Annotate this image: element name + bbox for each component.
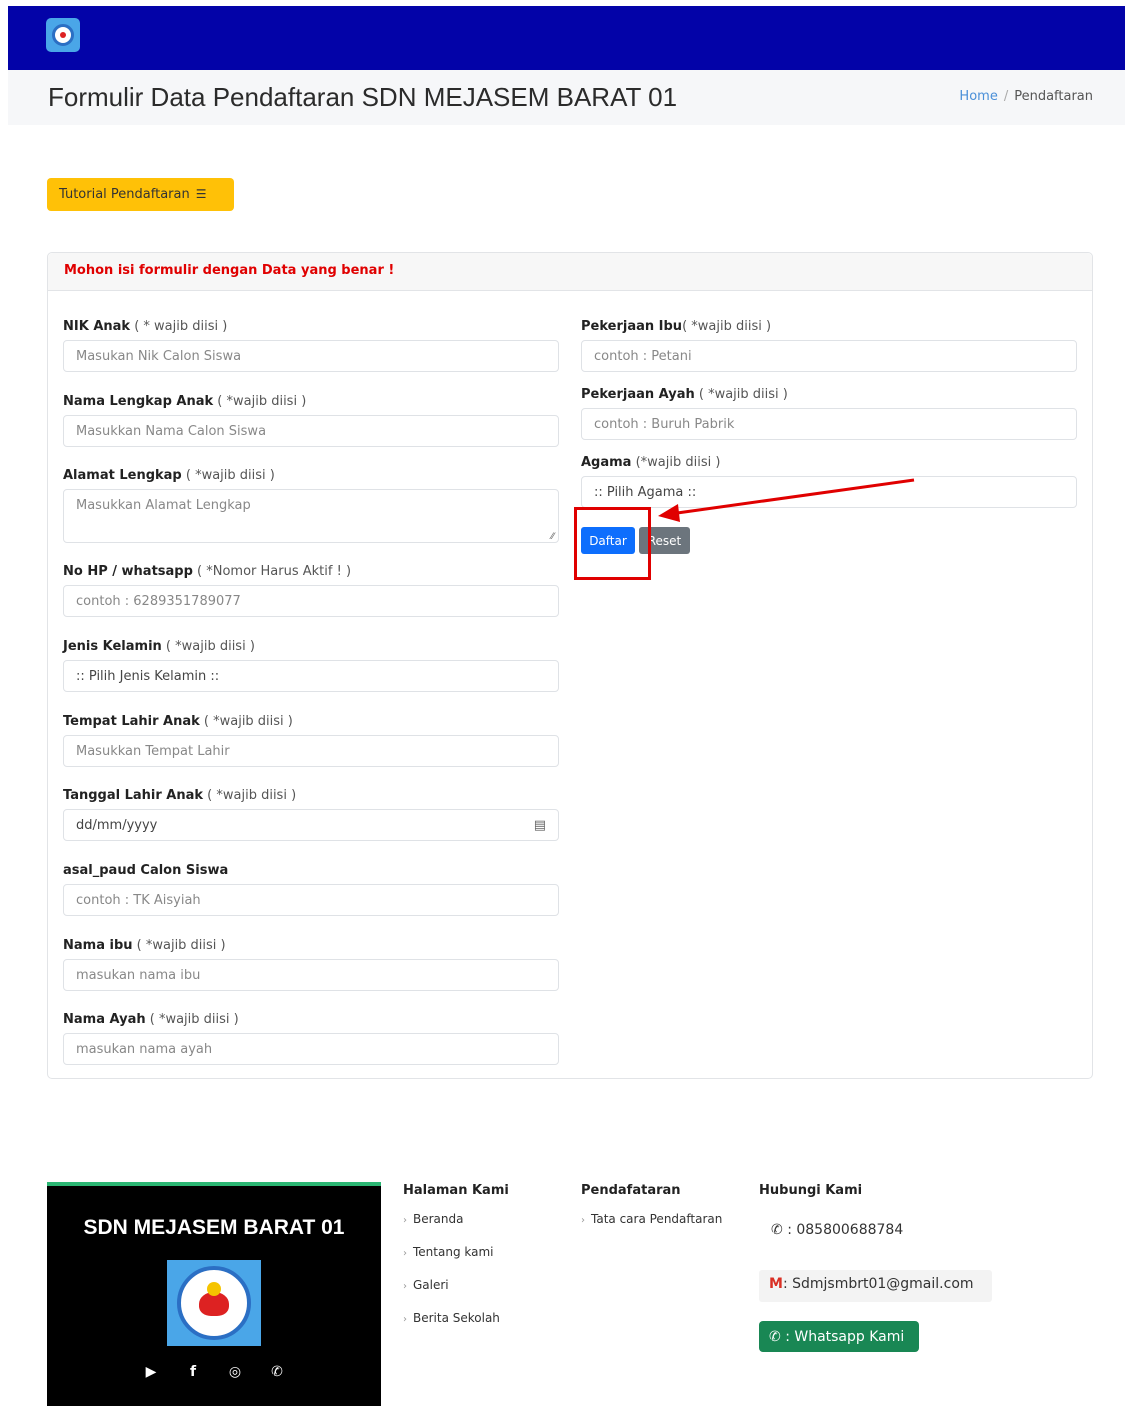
nik-input[interactable]: Masukan Nik Calon Siswa (63, 340, 559, 372)
breadcrumb-current: Pendaftaran (1014, 89, 1093, 104)
field-nama-ayah: Nama Ayah ( *wajib diisi ) masukan nama … (63, 1012, 559, 1065)
no-hp-input[interactable]: contoh : 6289351789077 (63, 585, 559, 617)
title-bar: Formulir Data Pendaftaran SDN MEJASEM BA… (8, 70, 1125, 125)
footer-pendaftaran: Pendafataran › Tata cara Pendaftaran (581, 1183, 722, 1245)
tutorial-button-label: Tutorial Pendaftaran (59, 187, 190, 202)
nama-lengkap-input[interactable]: Masukkan Nama Calon Siswa (63, 415, 559, 447)
footer-link-beranda[interactable]: › Beranda (403, 1212, 509, 1245)
breadcrumb: Home / Pendaftaran (959, 89, 1093, 104)
annotation-arrow (658, 478, 915, 522)
field-nik: NIK Anak ( * wajib diisi ) Masukan Nik C… (63, 319, 559, 372)
field-label: Nama Lengkap Anak ( *wajib diisi ) (63, 394, 307, 409)
breadcrumb-separator: / (1003, 89, 1009, 104)
social-links: ▶ f ◎ ✆ (47, 1364, 381, 1380)
footer-link-tata-cara[interactable]: › Tata cara Pendaftaran (581, 1212, 722, 1245)
field-asal-paud: asal_paud Calon Siswa contoh : TK Aisyia… (63, 863, 559, 916)
tempat-lahir-input[interactable]: Masukkan Tempat Lahir (63, 735, 559, 767)
pekerjaan-ibu-input[interactable]: contoh : Petani (581, 340, 1077, 372)
field-pekerjaan-ibu: Pekerjaan Ibu( *wajib diisi ) contoh : P… (581, 319, 1077, 372)
phone-icon: ✆ (771, 1222, 783, 1238)
field-pekerjaan-ayah: Pekerjaan Ayah ( *wajib diisi ) contoh :… (581, 387, 1077, 440)
footer-link-galeri[interactable]: › Galeri (403, 1278, 509, 1311)
field-label: Jenis Kelamin ( *wajib diisi ) (63, 639, 255, 654)
field-tempat-lahir: Tempat Lahir Anak ( *wajib diisi ) Masuk… (63, 714, 559, 767)
school-emblem-icon (167, 1260, 261, 1346)
footer-hubungi-kami: Hubungi Kami (759, 1183, 862, 1212)
list-icon: ☰ (195, 187, 207, 201)
asal-paud-input[interactable]: contoh : TK Aisyiah (63, 884, 559, 916)
alamat-textarea[interactable]: Masukkan Alamat Lengkap (63, 489, 559, 543)
field-label: Agama (*wajib diisi ) (581, 455, 721, 470)
field-label: NIK Anak ( * wajib diisi ) (63, 319, 228, 334)
footer-brand: SDN MEJASEM BARAT 01 ▶ f ◎ ✆ (47, 1182, 381, 1406)
school-logo-icon[interactable] (46, 18, 80, 52)
footer-column-title: Hubungi Kami (759, 1183, 863, 1198)
chevron-right-icon: › (581, 1215, 585, 1226)
field-nama-lengkap: Nama Lengkap Anak ( *wajib diisi ) Masuk… (63, 394, 559, 447)
page-title: Formulir Data Pendaftaran SDN MEJASEM BA… (48, 82, 678, 112)
field-label: Alamat Lengkap ( *wajib diisi ) (63, 468, 275, 483)
field-label: Pekerjaan Ayah ( *wajib diisi ) (581, 387, 788, 402)
tanggal-lahir-input[interactable]: dd/mm/yyyy ▤ (63, 809, 559, 841)
top-navbar (8, 6, 1125, 70)
chevron-right-icon: › (403, 1281, 407, 1292)
breadcrumb-home-link[interactable]: Home (959, 89, 997, 104)
youtube-icon[interactable]: ▶ (143, 1364, 159, 1380)
field-alamat: Alamat Lengkap ( *wajib diisi ) Masukkan… (63, 468, 559, 543)
calendar-icon[interactable]: ▤ (534, 818, 546, 833)
footer-halaman-kami: Halaman Kami › Beranda › Tentang kami › Gal… (403, 1183, 509, 1344)
contact-phone: ✆ : 085800688784 (771, 1222, 904, 1238)
field-tanggal-lahir: Tanggal Lahir Anak ( *wajib diisi ) dd/m… (63, 788, 559, 841)
field-nama-ibu: Nama ibu ( *wajib diisi ) masukan nama i… (63, 938, 559, 991)
footer-column-title: Halaman Kami (403, 1183, 509, 1198)
facebook-icon[interactable]: f (185, 1364, 201, 1380)
whatsapp-icon[interactable]: ✆ (269, 1364, 285, 1380)
field-label: Nama Ayah ( *wajib diisi ) (63, 1012, 239, 1027)
field-label: Nama ibu ( *wajib diisi ) (63, 938, 226, 953)
field-label: No HP / whatsapp ( *Nomor Harus Aktif ! … (63, 564, 352, 579)
field-label: asal_paud Calon Siswa (63, 863, 229, 878)
chevron-right-icon: › (403, 1248, 407, 1259)
field-label: Tanggal Lahir Anak ( *wajib diisi ) (63, 788, 297, 803)
whatsapp-button[interactable]: ✆ : Whatsapp Kami (759, 1321, 919, 1352)
footer-school-name: SDN MEJASEM BARAT 01 (83, 1216, 345, 1239)
footer-column-title: Pendafataran (581, 1183, 681, 1198)
instagram-icon[interactable]: ◎ (227, 1364, 243, 1380)
whatsapp-icon: ✆ (769, 1328, 781, 1345)
tutorial-button[interactable]: Tutorial Pendaftaran ☰ (47, 178, 234, 211)
nama-ayah-input[interactable]: masukan nama ayah (63, 1033, 559, 1065)
field-no-hp: No HP / whatsapp ( *Nomor Harus Aktif ! … (63, 564, 559, 617)
pekerjaan-ayah-input[interactable]: contoh : Buruh Pabrik (581, 408, 1077, 440)
gmail-icon: M (769, 1276, 783, 1292)
field-label: Pekerjaan Ibu( *wajib diisi ) (581, 319, 772, 334)
footer-link-berita[interactable]: › Berita Sekolah (403, 1311, 509, 1344)
field-label: Tempat Lahir Anak ( *wajib diisi ) (63, 714, 293, 729)
chevron-right-icon: › (403, 1314, 407, 1325)
footer-link-tentang[interactable]: › Tentang kami (403, 1245, 509, 1278)
field-jenis-kelamin: Jenis Kelamin ( *wajib diisi ) :: Pilih … (63, 639, 559, 692)
chevron-right-icon: › (403, 1215, 407, 1226)
date-value: dd/mm/yyyy (76, 817, 158, 833)
contact-email[interactable]: M: Sdmjsmbrt01@gmail.com (759, 1270, 992, 1302)
jenis-kelamin-select[interactable]: :: Pilih Jenis Kelamin :: (63, 660, 559, 692)
form-notice: Mohon isi formulir dengan Data yang bena… (48, 253, 1092, 291)
nama-ibu-input[interactable]: masukan nama ibu (63, 959, 559, 991)
